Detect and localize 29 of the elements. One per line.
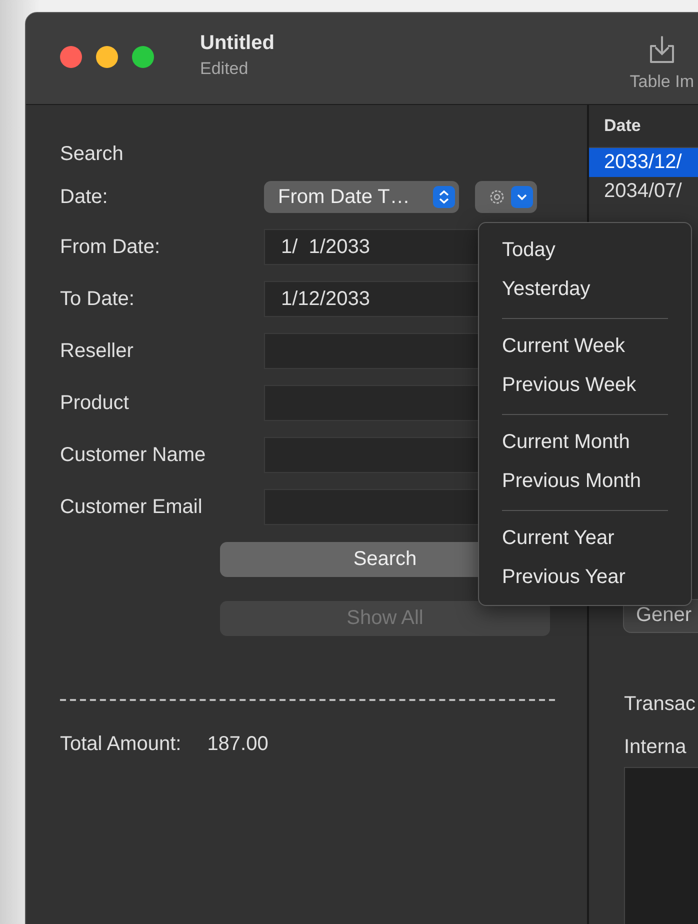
field-label: Customer Email (60, 496, 204, 518)
field-label: Reseller (60, 340, 134, 362)
menu-item[interactable]: Previous Month (479, 462, 691, 501)
menu-item[interactable]: Current Month (479, 423, 691, 462)
column-header[interactable]: Date (604, 116, 641, 136)
chevron-updown-icon (433, 186, 455, 208)
total-value: 187.00 (207, 733, 268, 756)
close-button[interactable] (60, 46, 82, 68)
field-label: Date: (60, 186, 109, 208)
section-heading: Search (60, 143, 124, 166)
zoom-button[interactable] (132, 46, 154, 68)
field-label: Interna (624, 736, 688, 759)
field-label: Customer Name (60, 444, 207, 466)
import-toolbar-button[interactable]: Table Im (630, 34, 694, 92)
table-row[interactable]: 2033/12/ (589, 148, 698, 178)
total-label: Total Amount: (60, 733, 182, 756)
action-menu-button[interactable] (475, 181, 537, 213)
menu-item[interactable]: Previous Week (479, 366, 691, 405)
field-label: To Date: (60, 288, 136, 310)
chevron-down-icon (511, 186, 533, 208)
minimize-button[interactable] (96, 46, 118, 68)
window-subtitle: Edited (200, 59, 250, 79)
field-label: From Date: (60, 236, 162, 258)
date-range-popup[interactable]: From Date T… (264, 181, 459, 213)
field-label: Transac (624, 692, 697, 716)
menu-item[interactable]: Current Week (479, 327, 691, 366)
window-title: Untitled (200, 32, 274, 55)
table-row[interactable]: 2034/07/ (589, 177, 698, 206)
field-label: Product (60, 392, 130, 414)
